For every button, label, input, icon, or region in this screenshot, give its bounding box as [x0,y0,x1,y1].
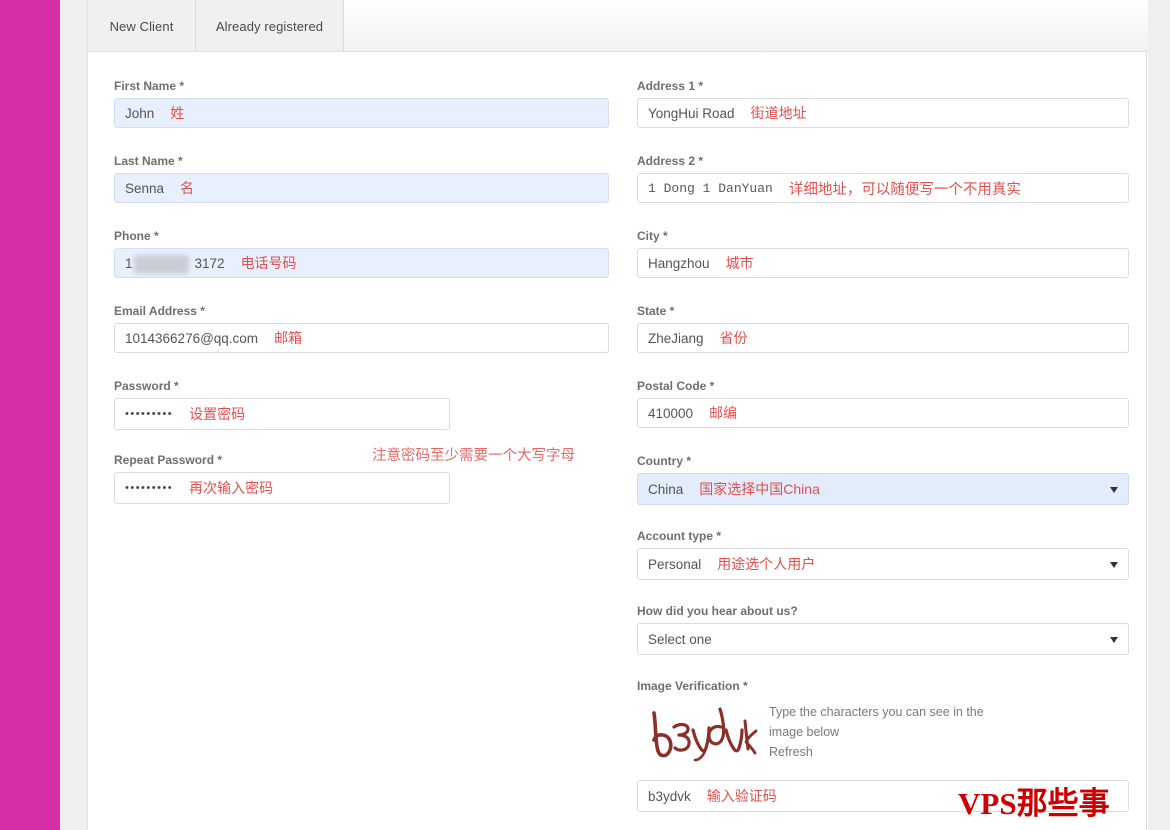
state-value: ZheJiang [648,330,704,346]
phone-label: Phone * [114,229,159,243]
tab-new-client-label: New Client [109,18,174,34]
captcha-refresh-link[interactable]: Refresh [769,742,1019,762]
country-annotation: 国家选择中国China [699,481,820,497]
account-type-annotation: 用途选个人用户 [717,556,816,572]
last-name-value: Senna [125,180,165,196]
field-password: Password * ••••••••• 设置密码 [114,379,450,430]
field-image-verification: Image Verification * Type the characters… [637,679,1129,812]
image-verification-annotation: 输入验证码 [706,788,777,804]
field-city: City * Hangzhou 城市 [637,229,1129,278]
tab-bar-filler [344,0,1148,52]
registration-form: First Name * John 姓 Last Name * Senna 名 [88,52,1148,830]
country-select[interactable]: China 国家选择中国China [637,473,1129,505]
postal-code-annotation: 邮编 [709,405,738,421]
last-name-input[interactable]: Senna 名 [114,173,609,203]
page-root: New Client Already registered First Name… [0,0,1170,830]
postal-code-value: 410000 [648,405,694,421]
field-address2: Address 2 * 1 Dong 1 DanYuan 详细地址，可以随便写一… [637,154,1129,203]
captcha-image [652,707,758,762]
address2-input[interactable]: 1 Dong 1 DanYuan 详细地址，可以随便写一个不用真实 [637,173,1129,203]
password-input[interactable]: ••••••••• 设置密码 [114,398,450,430]
city-label: City * [637,229,668,243]
captcha-instruction-line1: Type the characters you can see in the [769,705,984,719]
image-verification-input[interactable]: b3ydvk 输入验证码 [637,780,1129,812]
email-annotation: 邮箱 [274,330,303,346]
phone-value-prefix: 1 [125,255,133,271]
tab-already-registered-label: Already registered [215,18,324,34]
address1-value: YongHui Road [648,105,735,121]
city-input[interactable]: Hangzhou 城市 [637,248,1129,278]
email-label: Email Address * [114,304,205,318]
country-value: China [648,481,684,497]
tab-already-registered[interactable]: Already registered [196,0,344,52]
field-phone: Phone * 1 3172 电话号码 [114,229,609,278]
chevron-down-icon [1110,487,1118,493]
address1-input[interactable]: YongHui Road 街道地址 [637,98,1129,128]
password-label: Password * [114,379,179,393]
password-annotation: 设置密码 [189,406,246,422]
image-verification-label: Image Verification * [637,679,748,693]
state-input[interactable]: ZheJiang 省份 [637,323,1129,353]
postal-code-input[interactable]: 410000 邮编 [637,398,1129,428]
captcha-instructions: Type the characters you can see in the i… [769,702,1019,762]
image-verification-value: b3ydvk [648,788,691,804]
address2-label: Address 2 * [637,154,704,168]
repeat-password-annotation: 再次输入密码 [189,480,274,496]
email-input[interactable]: 1014366276@qq.com 邮箱 [114,323,609,353]
address2-annotation: 详细地址，可以随便写一个不用真实 [788,181,1021,198]
field-last-name: Last Name * Senna 名 [114,154,609,203]
hear-about-us-select[interactable]: Select one [637,623,1129,655]
phone-value-suffix: 3172 [194,255,225,271]
first-name-input[interactable]: John 姓 [114,98,609,128]
field-country: Country * China 国家选择中国China [637,454,1129,505]
field-account-type: Account type * Personal 用途选个人用户 [637,529,1129,580]
field-first-name: First Name * John 姓 [114,79,609,128]
registration-panel: New Client Already registered First Name… [87,0,1148,830]
account-type-value: Personal [648,556,702,572]
address2-value: 1 Dong 1 DanYuan [648,180,773,196]
first-name-annotation: 姓 [170,105,185,121]
page-right-gutter [1148,0,1170,830]
chevron-down-icon [1110,562,1118,568]
first-name-label: First Name * [114,79,185,93]
tab-new-client[interactable]: New Client [88,0,196,52]
last-name-label: Last Name * [114,154,183,168]
field-address1: Address 1 * YongHui Road 街道地址 [637,79,1129,128]
page-edge-bar [0,0,60,830]
address1-annotation: 街道地址 [750,105,807,121]
repeat-password-input[interactable]: ••••••••• 再次输入密码 [114,472,450,504]
chevron-down-icon [1110,637,1118,643]
last-name-annotation: 名 [180,180,195,196]
address1-label: Address 1 * [637,79,704,93]
field-hear-about-us: How did you hear about us? Select one [637,604,1129,655]
state-annotation: 省份 [719,330,748,346]
repeat-password-label: Repeat Password * [114,453,223,467]
hear-about-us-value: Select one [648,631,712,647]
field-postal-code: Postal Code * 410000 邮编 [637,379,1129,428]
account-type-select[interactable]: Personal 用途选个人用户 [637,548,1129,580]
account-type-label: Account type * [637,529,722,543]
city-value: Hangzhou [648,255,710,271]
state-label: State * [637,304,675,318]
hear-about-us-label: How did you hear about us? [637,604,798,618]
phone-input[interactable]: 1 3172 电话号码 [114,248,609,278]
phone-redaction-blur [134,255,189,274]
country-label: Country * [637,454,691,468]
tab-bar: New Client Already registered [88,0,1148,52]
repeat-password-value: ••••••••• [125,482,174,494]
field-email: Email Address * 1014366276@qq.com 邮箱 [114,304,609,353]
email-value: 1014366276@qq.com [125,330,259,346]
captcha-instruction-line2: image below [769,725,840,739]
field-repeat-password: Repeat Password * ••••••••• 再次输入密码 [114,453,450,504]
page-edge-gap [60,0,87,830]
first-name-value: John [125,105,155,121]
city-annotation: 城市 [725,255,754,271]
postal-code-label: Postal Code * [637,379,715,393]
captcha-row: Type the characters you can see in the i… [637,698,1129,770]
password-value: ••••••••• [125,408,174,420]
phone-annotation: 电话号码 [240,255,297,271]
field-state: State * ZheJiang 省份 [637,304,1129,353]
